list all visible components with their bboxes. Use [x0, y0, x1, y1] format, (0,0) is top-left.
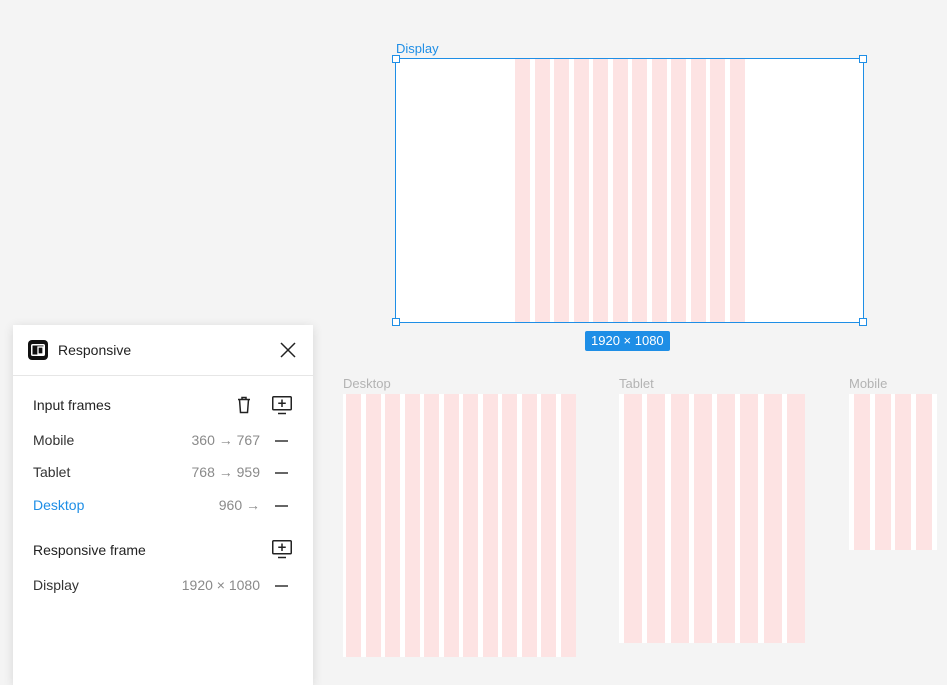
display-frame-label[interactable]: Display — [396, 41, 439, 56]
grid-column — [647, 394, 666, 643]
grid-column — [740, 394, 759, 643]
responsive-frame-label: Display — [33, 577, 79, 593]
grid-column — [693, 394, 712, 643]
resize-handle-top-right[interactable] — [859, 55, 867, 63]
tablet-frame-label[interactable]: Tablet — [619, 376, 654, 391]
grid-column — [346, 394, 361, 657]
grid-column — [385, 394, 400, 657]
grid-column — [787, 394, 806, 643]
frame-size-badge: 1920 × 1080 — [585, 331, 670, 351]
grid-column — [874, 394, 891, 550]
panel-header: Responsive — [13, 325, 313, 376]
input-frame-range: 768 → 959 — [191, 464, 261, 480]
close-icon[interactable] — [278, 340, 298, 360]
grid-column — [763, 394, 782, 643]
remove-icon[interactable] — [273, 433, 291, 447]
mobile-layout-grid — [854, 394, 932, 550]
grid-column — [443, 394, 459, 657]
resize-handle-bottom-left[interactable] — [392, 318, 400, 326]
responsive-plugin-icon — [28, 340, 48, 360]
selection-outline — [395, 58, 864, 323]
resize-handle-bottom-right[interactable] — [859, 318, 867, 326]
responsive-panel: Responsive Input frames Mobile 360 → 767… — [13, 325, 313, 685]
grid-column — [541, 394, 556, 657]
remove-icon[interactable] — [273, 465, 291, 479]
resize-handle-top-left[interactable] — [392, 55, 400, 63]
tablet-frame[interactable] — [619, 394, 806, 643]
grid-column — [424, 394, 439, 657]
grid-column — [502, 394, 517, 657]
grid-column — [717, 394, 736, 643]
add-responsive-frame-icon[interactable] — [271, 538, 293, 560]
grid-column — [895, 394, 911, 550]
desktop-layout-grid — [346, 394, 576, 657]
input-frame-range: 360 → 767 — [191, 432, 261, 448]
desktop-frame[interactable] — [343, 394, 576, 657]
desktop-frame-label[interactable]: Desktop — [343, 376, 391, 391]
grid-column — [365, 394, 381, 657]
tablet-layout-grid — [624, 394, 806, 643]
input-frame-row-mobile[interactable]: Mobile 360 → 767 — [13, 428, 313, 452]
input-frame-label: Mobile — [33, 432, 75, 448]
input-frame-range: 960 → — [218, 497, 260, 513]
grid-column — [624, 394, 642, 643]
trash-icon[interactable] — [233, 394, 255, 416]
grid-column — [521, 394, 537, 657]
grid-column — [560, 394, 576, 657]
grid-column — [854, 394, 870, 550]
input-frame-row-tablet[interactable]: Tablet 768 → 959 — [13, 460, 313, 484]
mobile-frame[interactable] — [849, 394, 937, 550]
responsive-frame-row-display[interactable]: Display 1920 × 1080 — [13, 573, 313, 597]
input-frame-label: Tablet — [33, 464, 71, 480]
remove-icon[interactable] — [273, 498, 291, 512]
input-frame-row-desktop[interactable]: Desktop 960 → — [13, 493, 313, 517]
remove-icon[interactable] — [273, 578, 291, 592]
mobile-frame-label[interactable]: Mobile — [849, 376, 887, 391]
grid-column — [915, 394, 932, 550]
add-frame-icon[interactable] — [271, 394, 293, 416]
responsive-frame-heading: Responsive frame — [33, 542, 146, 558]
responsive-frame-size: 1920 × 1080 — [181, 577, 260, 593]
input-frames-heading: Input frames — [33, 397, 111, 413]
grid-column — [404, 394, 420, 657]
grid-column — [482, 394, 498, 657]
input-frame-label: Desktop — [33, 497, 85, 513]
grid-column — [670, 394, 689, 643]
panel-title: Responsive — [58, 342, 132, 358]
grid-column — [463, 394, 478, 657]
